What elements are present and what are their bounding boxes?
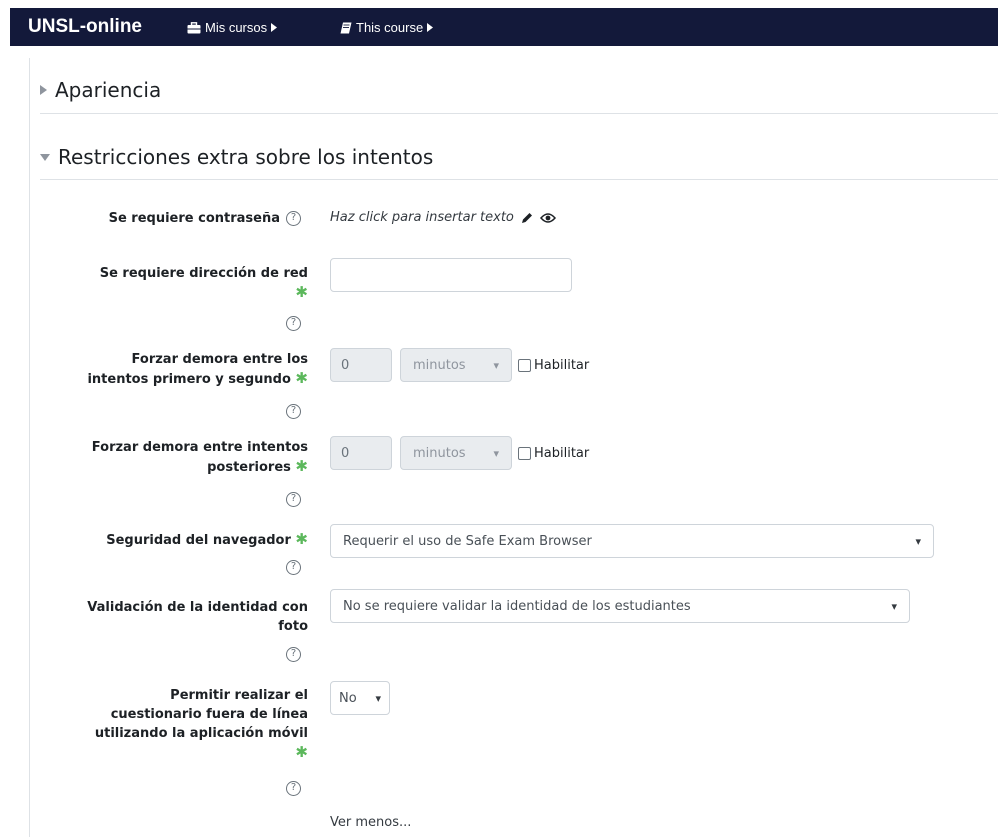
required-icon: ✱ bbox=[295, 283, 308, 301]
required-icon: ✱ bbox=[295, 457, 308, 475]
section-divider bbox=[40, 179, 998, 180]
photo-validation-label-line1: Validación de la identidad con bbox=[87, 600, 308, 615]
password-label: Se requiere contraseña bbox=[108, 211, 280, 226]
nav-this-course-label: This course bbox=[356, 20, 424, 35]
nav-this-course[interactable]: This course bbox=[340, 20, 434, 35]
required-icon: ✱ bbox=[295, 743, 308, 761]
delay2-label: Forzar demora entre intentos posteriores… bbox=[20, 438, 308, 477]
delay1-label: Forzar demora entre los intentos primero… bbox=[20, 350, 308, 389]
pencil-icon[interactable] bbox=[520, 211, 534, 225]
offline-attempts-label-line2: cuestionario fuera de línea bbox=[110, 707, 308, 722]
browser-security-select[interactable]: Requerir el uso de Safe Exam Browser ▾ bbox=[330, 524, 934, 558]
required-icon: ✱ bbox=[295, 530, 308, 548]
password-placeholder-text: Haz click para insertar texto bbox=[330, 210, 514, 225]
site-brand[interactable]: UNSL-online bbox=[28, 16, 142, 38]
offline-attempts-label: Permitir realizar el cuestionario fuera … bbox=[30, 686, 308, 763]
offline-attempts-value: No bbox=[339, 690, 357, 706]
chevron-down-icon: ▾ bbox=[915, 534, 921, 548]
navbar-bar: UNSL-online Mis cursos This course bbox=[10, 8, 998, 46]
section-restricciones-header[interactable]: Restricciones extra sobre los intentos bbox=[40, 145, 433, 169]
checkbox-box[interactable] bbox=[518, 359, 531, 372]
book-icon bbox=[340, 22, 352, 33]
password-inplace-editable[interactable]: Haz click para insertar texto bbox=[330, 210, 556, 225]
browser-security-value: Requerir el uso de Safe Exam Browser bbox=[343, 533, 592, 549]
network-label-text: Se requiere dirección de red bbox=[99, 266, 308, 281]
required-icon: ✱ bbox=[295, 369, 308, 387]
network-label: Se requiere dirección de red ✱ bbox=[40, 264, 308, 303]
browser-security-label: Seguridad del navegador ✱ bbox=[40, 530, 308, 550]
show-less-link[interactable]: Ver menos... bbox=[330, 815, 411, 830]
section-apariencia-header[interactable]: Apariencia bbox=[40, 78, 161, 102]
photo-validation-label: Validación de la identidad con foto bbox=[30, 598, 308, 636]
chevron-down-icon: ▾ bbox=[375, 691, 381, 705]
quiz-settings-form: Apariencia Restricciones extra sobre los… bbox=[0, 58, 998, 837]
offline-attempts-label-line1: Permitir realizar el bbox=[170, 688, 308, 703]
delay2-enable-checkbox[interactable]: Habilitar bbox=[518, 446, 589, 461]
delay2-value-input[interactable]: 0 bbox=[330, 436, 392, 470]
nav-mis-cursos-label: Mis cursos bbox=[205, 20, 268, 35]
caret-right-icon bbox=[427, 23, 434, 32]
delay2-unit-select[interactable]: minutos ▾ bbox=[400, 436, 512, 470]
delay2-unit-value: minutos bbox=[413, 445, 466, 461]
briefcase-icon bbox=[187, 21, 201, 33]
help-icon[interactable]: ? bbox=[286, 647, 301, 662]
section-restricciones-title: Restricciones extra sobre los intentos bbox=[58, 145, 434, 169]
help-icon[interactable]: ? bbox=[286, 492, 301, 507]
eye-icon[interactable] bbox=[539, 212, 556, 224]
delay1-label-line1: Forzar demora entre los bbox=[131, 352, 308, 367]
section-apariencia-title: Apariencia bbox=[55, 78, 162, 102]
help-icon[interactable]: ? bbox=[286, 316, 301, 331]
photo-validation-select[interactable]: No se requiere validar la identidad de l… bbox=[330, 589, 910, 623]
offline-attempts-select[interactable]: No ▾ bbox=[330, 681, 390, 715]
nav-mis-cursos[interactable]: Mis cursos bbox=[187, 20, 278, 35]
delay1-unit-value: minutos bbox=[413, 357, 466, 373]
chevron-down-icon: ▾ bbox=[493, 358, 499, 372]
offline-attempts-label-line3: utilizando la aplicación móvil bbox=[94, 726, 308, 741]
chevron-down-icon: ▾ bbox=[891, 599, 897, 613]
delay1-enable-checkbox[interactable]: Habilitar bbox=[518, 358, 589, 373]
checkbox-box[interactable] bbox=[518, 447, 531, 460]
delay1-value-input[interactable]: 0 bbox=[330, 348, 392, 382]
browser-security-label-text: Seguridad del navegador bbox=[106, 533, 291, 548]
delay2-enable-label: Habilitar bbox=[534, 446, 590, 461]
section-divider bbox=[40, 113, 998, 114]
chevron-down-icon: ▾ bbox=[493, 446, 499, 460]
top-navbar: UNSL-online Mis cursos This course bbox=[0, 0, 998, 58]
help-icon[interactable]: ? bbox=[286, 781, 301, 796]
help-icon[interactable]: ? bbox=[286, 404, 301, 419]
caret-right-icon bbox=[40, 85, 47, 95]
caret-right-icon bbox=[271, 23, 278, 32]
delay2-label-line1: Forzar demora entre intentos bbox=[91, 440, 308, 455]
delay2-label-line2: posteriores bbox=[207, 460, 291, 475]
photo-validation-value: No se requiere validar la identidad de l… bbox=[343, 598, 691, 614]
delay1-label-line2: intentos primero y segundo bbox=[87, 372, 291, 387]
help-icon[interactable]: ? bbox=[286, 560, 301, 575]
caret-down-icon bbox=[40, 153, 50, 161]
photo-validation-label-line2: foto bbox=[278, 619, 308, 634]
delay1-unit-select[interactable]: minutos ▾ bbox=[400, 348, 512, 382]
delay1-enable-label: Habilitar bbox=[534, 358, 590, 373]
help-icon[interactable]: ? bbox=[286, 211, 301, 226]
network-input[interactable] bbox=[330, 258, 572, 292]
